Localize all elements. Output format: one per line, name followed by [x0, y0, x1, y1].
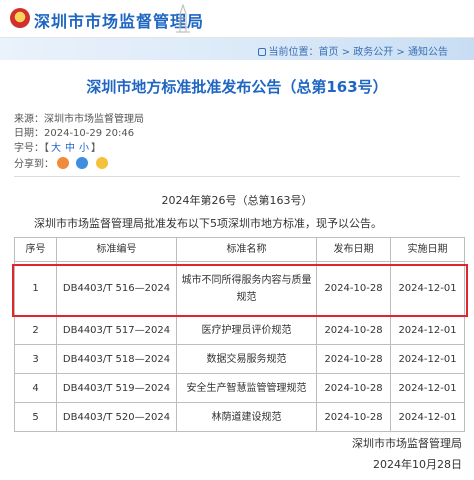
announcement-intro: 深圳市市场监督管理局批准发布以下5项深圳市地方标准，现予以公告。: [34, 217, 382, 230]
weibo-icon[interactable]: [57, 157, 70, 169]
cell-code: DB4403/T 517—2024: [56, 315, 177, 345]
cell-code: DB4403/T 519—2024: [56, 373, 177, 403]
date-label: 日期：: [14, 128, 44, 139]
col-header-index: 序号: [14, 237, 57, 262]
cell-name: 数据交易服务规范: [176, 344, 317, 374]
cell-name: 林荫道建设规范: [176, 402, 317, 432]
wechat-icon[interactable]: [76, 157, 89, 169]
cell-effective-date: 2024-12-01: [390, 402, 465, 432]
site-header: 深圳市市场监督管理局: [0, 0, 474, 38]
col-header-publish-date: 发布日期: [316, 237, 391, 262]
cell-effective-date: 2024-12-01: [390, 315, 465, 345]
cell-publish-date: 2024-10-28: [316, 344, 391, 374]
col-header-code: 标准编号: [56, 237, 177, 262]
share-line: 分享到：: [14, 155, 112, 170]
date-line: 日期：2024-10-29 20:46: [14, 124, 134, 139]
cell-index: 4: [14, 373, 57, 403]
col-header-effective-date: 实施日期: [390, 237, 465, 262]
col-header-name: 标准名称: [176, 237, 317, 262]
share-label: 分享到：: [14, 159, 54, 170]
page-title: 深圳市地方标准批准发布公告（总第163号）: [86, 78, 388, 96]
landmark-building-icon: [176, 4, 190, 33]
cell-name: 医疗护理员评价规范: [176, 315, 317, 345]
table-row: 5 DB4403/T 520—2024 林荫道建设规范 2024-10-28 2…: [14, 402, 465, 432]
cell-publish-date: 2024-10-28: [316, 373, 391, 403]
font-size-label: 字号：: [14, 143, 44, 154]
cell-publish-date: 2024-10-28: [316, 402, 391, 432]
cell-publish-date: 2024-10-28: [316, 315, 391, 345]
cell-index: 3: [14, 344, 57, 374]
table-row: 4 DB4403/T 519—2024 安全生产智慧监管管理规范 2024-10…: [14, 373, 465, 403]
cell-index: 5: [14, 402, 57, 432]
font-size-line: 字号：【大中小】: [14, 143, 101, 154]
signature-date: 2024年10月28日: [373, 458, 462, 471]
font-size-medium[interactable]: 中: [65, 143, 75, 154]
cell-effective-date: 2024-12-01: [390, 344, 465, 374]
breadcrumb-text[interactable]: 当前位置：首页 > 政务公开 > 通知公告: [269, 47, 448, 58]
cell-code: DB4403/T 518—2024: [56, 344, 177, 374]
content-divider: [14, 176, 460, 177]
cell-index: 2: [14, 315, 57, 345]
cell-name: 安全生产智慧监管管理规范: [176, 373, 317, 403]
location-icon: [257, 48, 266, 56]
table-header-row: 序号 标准编号 标准名称 发布日期 实施日期: [14, 237, 465, 262]
national-emblem-icon: [10, 8, 30, 28]
cell-code: DB4403/T 520—2024: [56, 402, 177, 432]
doc-number: 2024年第26号（总第163号）: [161, 194, 313, 207]
table-row: 3 DB4403/T 518—2024 数据交易服务规范 2024-10-28 …: [14, 344, 465, 374]
cell-effective-date: 2024-12-01: [390, 373, 465, 403]
signature-org: 深圳市市场监督管理局: [352, 437, 462, 450]
highlight-box: [12, 264, 468, 317]
breadcrumb: 当前位置：首页 > 政务公开 > 通知公告: [257, 43, 448, 58]
source-line: 来源：深圳市市场监督管理局: [14, 110, 144, 125]
font-size-small[interactable]: 小: [79, 143, 89, 154]
qq-icon[interactable]: [95, 157, 108, 169]
table-row: 2 DB4403/T 517—2024 医疗护理员评价规范 2024-10-28…: [14, 315, 465, 345]
font-size-large[interactable]: 大: [51, 143, 61, 154]
date-value: 2024-10-29 20:46: [44, 128, 135, 139]
